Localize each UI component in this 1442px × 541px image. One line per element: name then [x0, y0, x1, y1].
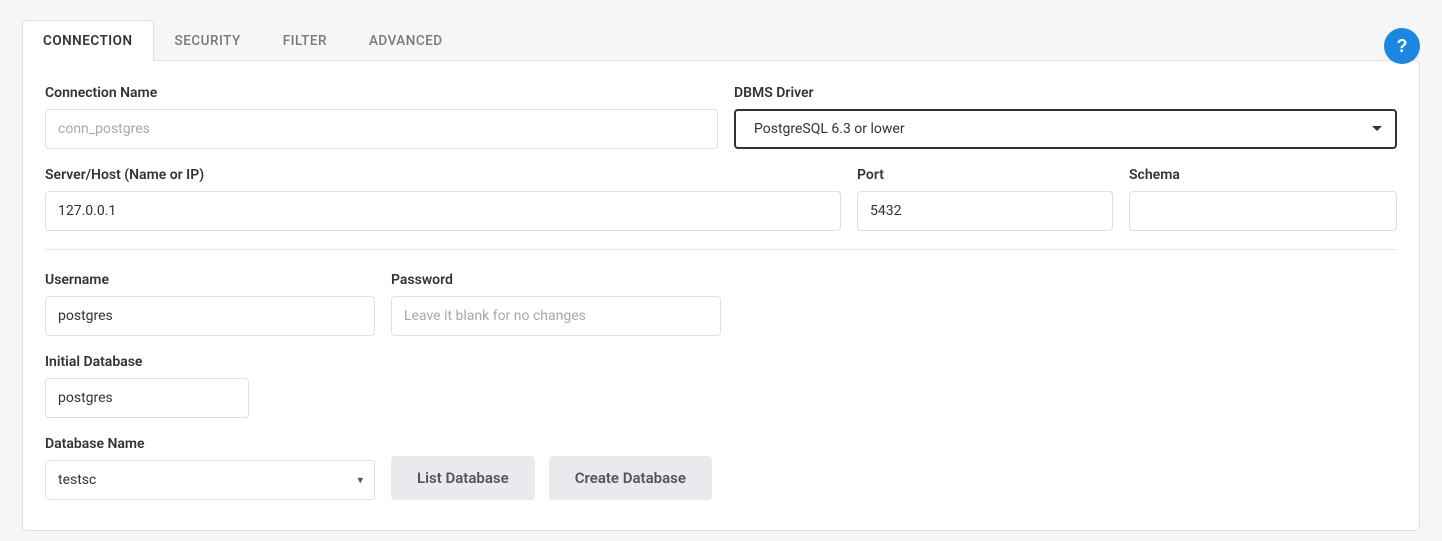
connection-panel: Connection Name DBMS Driver PostgreSQL 6… — [22, 60, 1420, 531]
tab-advanced[interactable]: ADVANCED — [348, 20, 464, 61]
username-input[interactable] — [45, 296, 375, 336]
database-name-label: Database Name — [45, 436, 375, 452]
port-input[interactable] — [857, 191, 1113, 231]
create-database-button[interactable]: Create Database — [549, 456, 712, 500]
tab-bar: CONNECTION SECURITY FILTER ADVANCED — [22, 20, 1420, 61]
connection-name-label: Connection Name — [45, 85, 718, 101]
username-label: Username — [45, 272, 375, 288]
dbms-driver-label: DBMS Driver — [734, 85, 1397, 101]
tab-filter[interactable]: FILTER — [262, 20, 348, 61]
database-name-input[interactable] — [45, 460, 375, 500]
dbms-driver-select[interactable]: PostgreSQL 6.3 or lower — [734, 109, 1397, 149]
schema-label: Schema — [1129, 167, 1397, 183]
initial-database-label: Initial Database — [45, 354, 249, 370]
list-database-button[interactable]: List Database — [391, 456, 535, 500]
password-input[interactable] — [391, 296, 721, 336]
schema-input[interactable] — [1129, 191, 1397, 231]
divider — [45, 249, 1397, 250]
tab-security[interactable]: SECURITY — [154, 20, 262, 61]
tab-connection[interactable]: CONNECTION — [22, 20, 154, 61]
port-label: Port — [857, 167, 1113, 183]
password-label: Password — [391, 272, 721, 288]
initial-database-input[interactable] — [45, 378, 249, 418]
server-host-input[interactable] — [45, 191, 841, 231]
server-host-label: Server/Host (Name or IP) — [45, 167, 841, 183]
connection-name-input[interactable] — [45, 109, 718, 149]
